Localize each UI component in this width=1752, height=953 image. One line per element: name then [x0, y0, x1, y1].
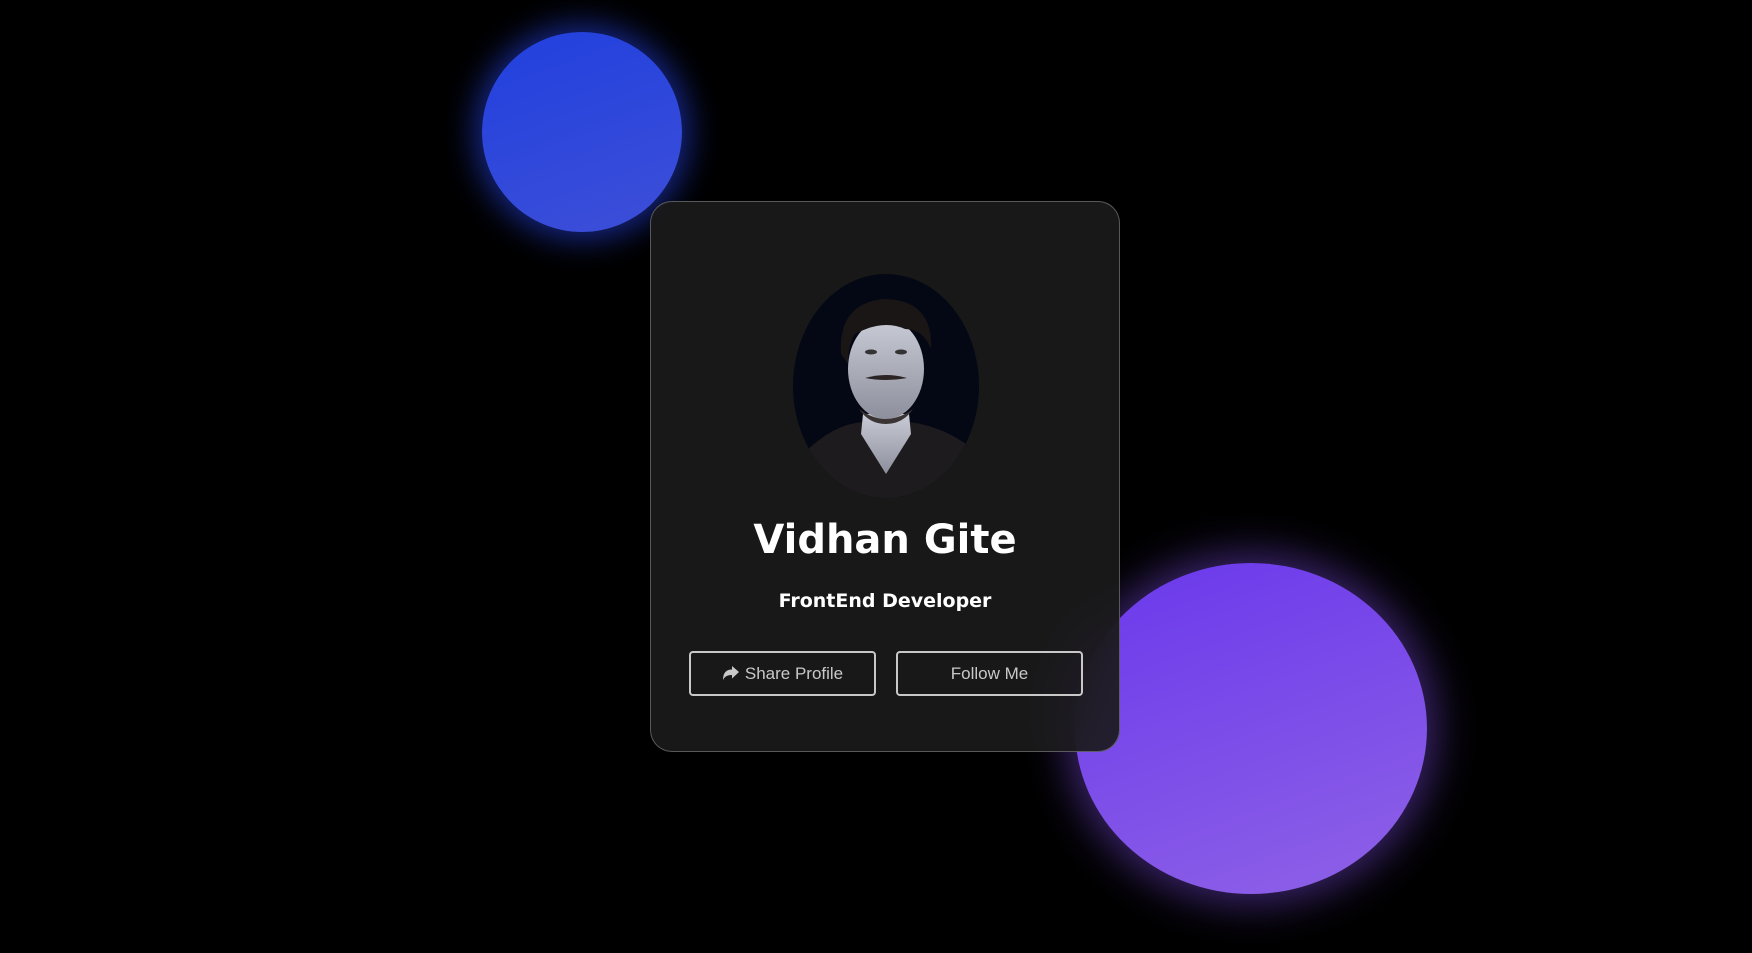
profile-role: FrontEnd Developer	[778, 590, 992, 612]
profile-name: Vidhan Gite	[753, 517, 1017, 563]
share-profile-button[interactable]: Share Profile	[689, 651, 876, 696]
purple-decor-circle	[1075, 563, 1427, 894]
follow-me-label: Follow Me	[950, 663, 1029, 683]
follow-me-button[interactable]: Follow Me	[896, 651, 1083, 696]
avatar	[793, 274, 979, 498]
profile-card: Vidhan Gite FrontEnd Developer Share Pro…	[650, 201, 1120, 752]
share-arrow-icon	[722, 665, 739, 680]
blue-decor-circle	[482, 32, 682, 232]
share-profile-label: Share Profile	[744, 663, 844, 683]
